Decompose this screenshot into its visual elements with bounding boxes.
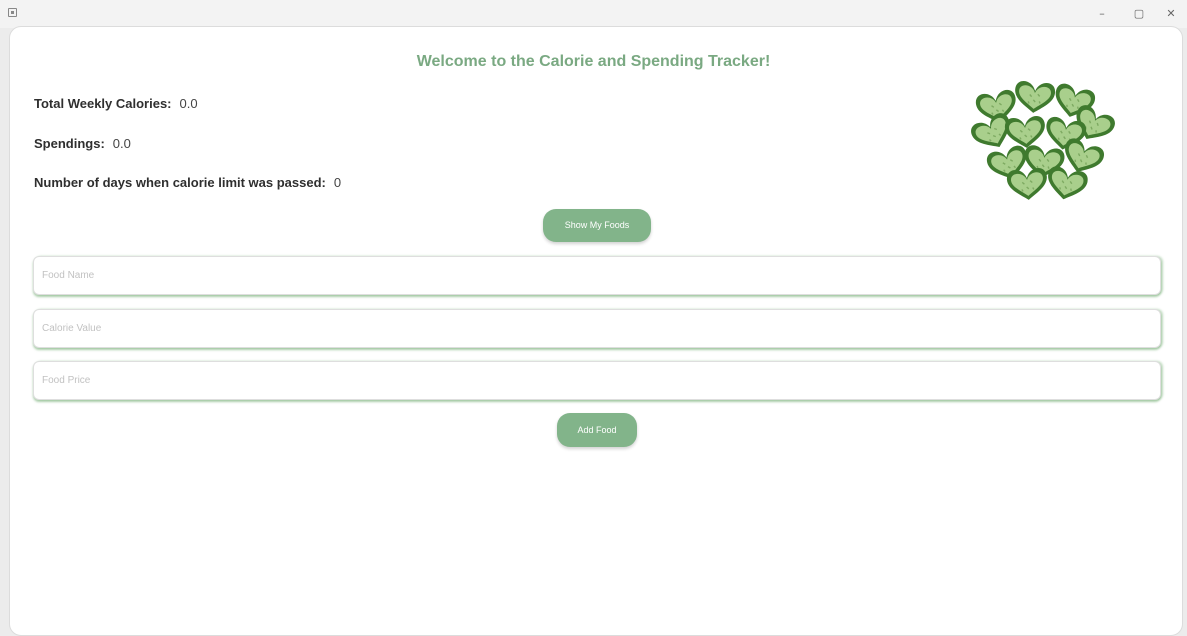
spendings-stat: Spendings: 0.0 xyxy=(34,136,131,151)
welcome-title: Welcome to the Calorie and Spending Trac… xyxy=(416,53,771,70)
weekly-calories-value: 0.0 xyxy=(179,96,198,111)
app-icon xyxy=(8,8,17,17)
limit-days-value: 0 xyxy=(333,175,342,190)
title-bar: – ▢ ✕ xyxy=(0,0,1187,28)
limit-days-stat: Number of days when calorie limit was pa… xyxy=(34,175,341,190)
food-name-input[interactable] xyxy=(33,256,1161,295)
show-my-foods-button[interactable]: Show My Foods xyxy=(543,209,651,242)
add-food-button[interactable]: Add Food xyxy=(557,413,637,447)
cucumber-hearts-image xyxy=(967,79,1119,200)
minimize-button[interactable]: – xyxy=(1091,5,1113,23)
maximize-button[interactable]: ▢ xyxy=(1128,5,1150,23)
weekly-calories-stat: Total Weekly Calories: 0.0 xyxy=(34,96,198,111)
weekly-calories-label: Total Weekly Calories: xyxy=(34,96,172,111)
spendings-value: 0.0 xyxy=(112,136,131,151)
close-button[interactable]: ✕ xyxy=(1160,5,1182,23)
limit-days-label: Number of days when calorie limit was pa… xyxy=(34,175,326,190)
calorie-value-input[interactable] xyxy=(33,309,1161,348)
food-price-input[interactable] xyxy=(33,361,1161,400)
spendings-label: Spendings: xyxy=(34,136,105,151)
